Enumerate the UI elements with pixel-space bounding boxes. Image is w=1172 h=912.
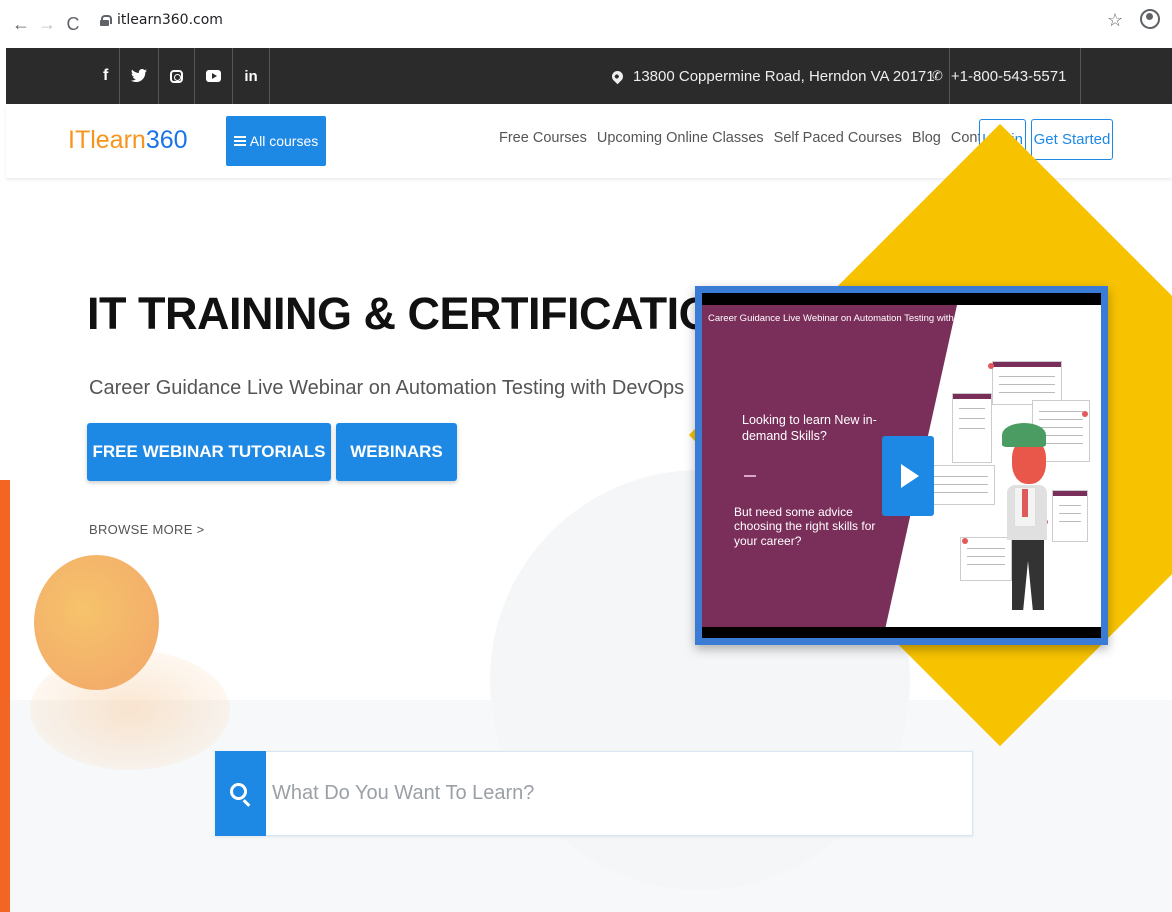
video-caption-1: Looking to learn New in-demand Skills? (742, 413, 877, 443)
video-thumbnail: Looking to learn New in-demand Skills? B… (702, 305, 1101, 627)
map-pin-icon (609, 68, 626, 84)
video-divider (744, 475, 756, 477)
dot-decoration (988, 363, 994, 369)
bookmark-star-icon[interactable]: ☆ (1107, 10, 1123, 31)
address-text: 13800 Coppermine Road, Herndon VA 20171 (633, 67, 935, 85)
twitter-icon[interactable] (120, 48, 160, 104)
dot-decoration (1082, 411, 1088, 417)
search-button[interactable] (215, 751, 266, 836)
phone-info[interactable]: ✆ +1-800-543-5571 (932, 48, 1082, 104)
search-icon (230, 783, 247, 800)
instagram-icon[interactable] (159, 48, 196, 104)
document-illustration (960, 537, 1012, 581)
video-share-icon[interactable]: ◷ ➦ (1069, 311, 1089, 322)
document-illustration (1052, 490, 1088, 542)
forward-arrow-icon[interactable]: → (34, 14, 60, 35)
back-arrow-icon[interactable]: ← (8, 14, 34, 35)
address-bar[interactable]: itlearn360.com (100, 6, 1100, 34)
facebook-icon[interactable]: f (92, 48, 121, 104)
browse-more-link[interactable]: BROWSE MORE > (89, 522, 205, 537)
search-input[interactable] (272, 773, 952, 814)
free-webinar-tutorials-button[interactable]: FREE WEBINAR TUTORIALS (87, 423, 331, 481)
nav-upcoming-online-classes[interactable]: Upcoming Online Classes (597, 130, 764, 146)
character-illustration (1022, 489, 1028, 517)
video-player[interactable]: Looking to learn New in-demand Skills? B… (702, 293, 1101, 638)
video-caption-2: But need some advice choosing the right … (734, 505, 876, 548)
hero-subtitle: Career Guidance Live Webinar on Automati… (89, 377, 685, 399)
nav-free-courses[interactable]: Free Courses (499, 130, 587, 146)
site-logo[interactable]: ITlearn360 (68, 126, 188, 155)
play-icon[interactable] (882, 436, 934, 516)
browser-toolbar: ← → C itlearn360.com ☆ (0, 0, 1172, 48)
video-title[interactable]: Career Guidance Live Webinar on Automati… (708, 313, 991, 324)
document-illustration (927, 465, 995, 505)
webinars-button[interactable]: WEBINARS (336, 423, 457, 481)
all-courses-button[interactable]: All courses (226, 116, 326, 166)
document-illustration (952, 393, 992, 463)
social-links: f in (92, 48, 270, 104)
video-player-frame: Looking to learn New in-demand Skills? B… (695, 286, 1108, 645)
character-illustration (1002, 423, 1046, 447)
hero-title: IT TRAINING & CERTIFICATION (87, 288, 746, 339)
phone-icon: ✆ (932, 68, 943, 83)
orange-side-strip (0, 480, 10, 912)
reload-icon[interactable]: C (60, 14, 86, 35)
document-illustration (992, 361, 1062, 405)
character-illustration (1012, 540, 1044, 610)
profile-icon[interactable] (1140, 9, 1160, 29)
main-nav: Free Courses Upcoming Online Classes Sel… (499, 130, 1033, 146)
address-info: 13800 Coppermine Road, Herndon VA 20171 (609, 48, 950, 104)
dot-decoration (962, 538, 968, 544)
nav-self-paced-courses[interactable]: Self Paced Courses (774, 130, 902, 146)
linkedin-icon[interactable]: in (233, 48, 270, 104)
youtube-icon[interactable] (195, 48, 234, 104)
all-courses-label: All courses (249, 133, 319, 149)
phone-text[interactable]: +1-800-543-5571 (951, 68, 1067, 85)
hamburger-menu-icon (233, 136, 246, 146)
get-started-button[interactable]: Get Started (1031, 119, 1113, 160)
url-text[interactable]: itlearn360.com (117, 12, 223, 28)
course-search (215, 751, 973, 836)
nav-blog[interactable]: Blog (912, 130, 941, 146)
lock-icon (100, 14, 112, 26)
top-info-bar: f in 13800 Coppermine Road, Herndon VA 2… (6, 48, 1172, 104)
orange-circle-decoration (34, 555, 159, 690)
